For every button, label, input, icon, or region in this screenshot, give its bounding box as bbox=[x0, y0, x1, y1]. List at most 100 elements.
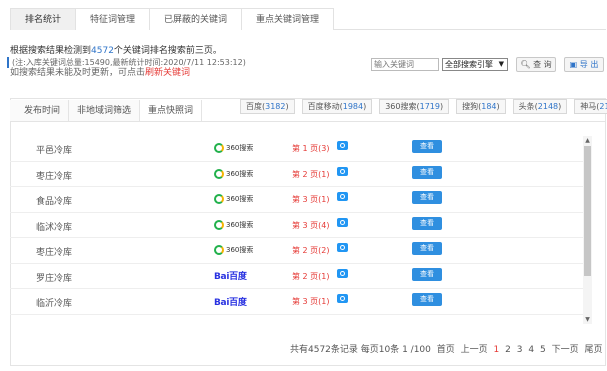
keyword-search-input[interactable] bbox=[371, 58, 439, 71]
refresh-hint: 如搜索结果未能及时更新，可点击刷新关键词 bbox=[10, 68, 370, 79]
tab-feature-words[interactable]: 特征词管理 bbox=[75, 8, 151, 30]
engine-name: 神马 bbox=[580, 102, 597, 111]
snapshot-camera-icon[interactable] bbox=[337, 268, 348, 278]
engine-logo-360: 360搜索 bbox=[214, 141, 264, 155]
engine-logo-360: 360搜索 bbox=[214, 243, 264, 257]
engine-select[interactable]: 全部搜索引擎 ▼ bbox=[442, 58, 508, 71]
row-keyword: 枣庄冷库 bbox=[36, 248, 73, 258]
so360-icon bbox=[214, 143, 224, 153]
page-link[interactable]: 4 bbox=[528, 345, 534, 355]
engine-name: 360搜索 bbox=[226, 144, 254, 152]
engine-name: 360搜索 bbox=[226, 246, 254, 254]
engine-logo-360: 360搜索 bbox=[214, 192, 264, 206]
chevron-down-icon: ▼ bbox=[498, 60, 504, 68]
engine-name: 360搜索 bbox=[226, 220, 254, 229]
page-link[interactable]: 2 bbox=[505, 345, 511, 355]
view-button[interactable]: 查看 bbox=[412, 216, 442, 230]
engine-name: 360搜索 bbox=[226, 195, 254, 203]
last-page-link[interactable]: 尾页 bbox=[584, 345, 602, 355]
summary-prefix: 根据搜索结果检测到 bbox=[10, 46, 92, 56]
row-rank: 第 2 页(1) bbox=[292, 271, 330, 281]
engine-logo-360: 360搜索 bbox=[214, 167, 264, 181]
view-button[interactable]: 查看 bbox=[412, 293, 442, 306]
engine-logo-baidu: Bai百度 bbox=[214, 269, 264, 283]
scroll-thumb[interactable] bbox=[584, 146, 591, 276]
pagination-summary: 共有4572条记录 每页10条 1 /100 bbox=[290, 345, 431, 355]
tab-blocked-keywords[interactable]: 已屏蔽的关键词 bbox=[149, 8, 243, 30]
view-button[interactable]: 查看 bbox=[412, 165, 442, 179]
so360-icon bbox=[214, 168, 224, 179]
view-button[interactable]: 查看 bbox=[412, 242, 442, 255]
summary-suffix: 个关键词排名搜索前三页。 bbox=[113, 46, 222, 56]
row-rank: 第 3 页(4) bbox=[292, 220, 330, 230]
row-keyword: 食品冷库 bbox=[36, 197, 73, 207]
refresh-keywords-link[interactable]: 刷新关键词 bbox=[145, 68, 190, 78]
row-keyword: 枣庄冷库 bbox=[36, 171, 73, 182]
table-row: 临沂冷库 Bai百度 第 3 页(1) 查看 bbox=[10, 289, 584, 315]
next-page-link[interactable]: 下一页 bbox=[552, 345, 579, 355]
engine-count: 2143 bbox=[599, 102, 607, 111]
tab-key-keywords[interactable]: 重点关键词管理 bbox=[241, 8, 335, 30]
snapshot-camera-icon[interactable] bbox=[337, 294, 348, 303]
engine-count: 1719 bbox=[419, 102, 440, 111]
snapshot-camera-icon[interactable] bbox=[337, 166, 348, 176]
baidu-icon: Bai百度 bbox=[214, 297, 247, 308]
row-rank: 第 2 页(1) bbox=[292, 169, 330, 179]
query-button[interactable]: 🔍︎ 查 询 bbox=[516, 57, 556, 72]
prev-page-link[interactable]: 上一页 bbox=[461, 345, 488, 355]
engine-logo-baidu: Bai百度 bbox=[214, 294, 264, 308]
so360-icon bbox=[214, 245, 224, 255]
search-icon: 🔍︎ bbox=[520, 60, 531, 69]
info-block: 根据搜索结果检测到4572个关键词排名搜索前三页。 (注:入库关键词总量:154… bbox=[7, 46, 370, 79]
engine-count: 1984 bbox=[342, 102, 364, 111]
so360-icon bbox=[214, 219, 224, 230]
view-button[interactable]: 查看 bbox=[412, 267, 442, 281]
table-row: 罗庄冷库 Bai百度 第 2 页(1) 查看 bbox=[10, 264, 584, 289]
filter-tab-bar: 发布时间 非地域词筛选 重点快照词 bbox=[10, 100, 203, 122]
row-keyword: 临沂冷库 bbox=[36, 299, 73, 309]
engine-tab-baidu[interactable]: 百度(3182) bbox=[240, 99, 295, 114]
row-rank: 第 1 页(3) bbox=[292, 144, 330, 153]
engine-name: 360搜索 bbox=[385, 102, 417, 111]
engine-tab-toutiao[interactable]: 头条(2148) bbox=[512, 99, 568, 114]
snapshot-camera-icon[interactable] bbox=[337, 243, 348, 252]
engine-count: 2148 bbox=[537, 102, 559, 111]
scroll-up-icon[interactable]: ▲ bbox=[583, 136, 592, 145]
row-keyword: 平邑冷库 bbox=[36, 146, 73, 156]
results-list: 平邑冷库 360搜索 第 1 页(3) 查看 枣庄冷库 360搜索 第 2 页(… bbox=[10, 136, 584, 326]
tab-publish-time[interactable]: 发布时间 bbox=[10, 100, 70, 122]
snapshot-camera-icon[interactable] bbox=[337, 192, 348, 201]
table-row: 平邑冷库 360搜索 第 1 页(3) 查看 bbox=[10, 136, 584, 162]
table-row: 食品冷库 360搜索 第 3 页(1) 查看 bbox=[10, 187, 584, 213]
tab-key-snapshot[interactable]: 重点快照词 bbox=[140, 100, 203, 122]
row-rank: 第 3 页(1) bbox=[292, 297, 330, 306]
engine-tab-sogou[interactable]: 搜狗(184) bbox=[456, 99, 506, 114]
tab-non-regional[interactable]: 非地域词筛选 bbox=[69, 100, 141, 122]
tab-ranking-stats[interactable]: 排名统计 bbox=[10, 8, 77, 30]
first-page-link[interactable]: 首页 bbox=[437, 345, 455, 355]
export-button[interactable]: ▣ 导 出 bbox=[564, 57, 604, 72]
engine-name: 360搜索 bbox=[226, 169, 254, 178]
snapshot-camera-icon[interactable] bbox=[337, 217, 348, 227]
page-link[interactable]: 5 bbox=[540, 345, 546, 355]
snapshot-camera-icon[interactable] bbox=[337, 141, 348, 150]
stats-note: (注:入库关键词总量:15490,最新统计时间:2020/7/11 12:53:… bbox=[7, 57, 370, 68]
engine-tab-360[interactable]: 360搜索(1719) bbox=[379, 99, 450, 114]
engine-name: 头条 bbox=[518, 102, 535, 111]
results-scrollbar[interactable]: ▲ ▼ bbox=[583, 136, 592, 324]
export-label: 导 出 bbox=[579, 60, 599, 69]
engine-name: 百度移动 bbox=[307, 102, 340, 111]
engine-filter-bar: 百度(3182) 百度移动(1984) 360搜索(1719) 搜狗(184) … bbox=[240, 99, 607, 114]
view-button[interactable]: 查看 bbox=[412, 191, 442, 204]
engine-tab-baidu-mobile[interactable]: 百度移动(1984) bbox=[301, 99, 373, 114]
table-row: 枣庄冷库 360搜索 第 2 页(1) 查看 bbox=[10, 162, 584, 187]
page-link-current[interactable]: 1 bbox=[494, 345, 500, 355]
page-link[interactable]: 3 bbox=[517, 345, 523, 355]
scroll-down-icon[interactable]: ▼ bbox=[583, 315, 592, 324]
view-button[interactable]: 查看 bbox=[412, 140, 442, 153]
detected-summary: 根据搜索结果检测到4572个关键词排名搜索前三页。 bbox=[10, 46, 370, 57]
engine-tab-shenma[interactable]: 神马(2143) bbox=[574, 99, 607, 114]
engine-name: 搜狗 bbox=[462, 102, 479, 111]
so360-icon bbox=[214, 194, 224, 204]
row-rank: 第 3 页(1) bbox=[292, 195, 330, 204]
